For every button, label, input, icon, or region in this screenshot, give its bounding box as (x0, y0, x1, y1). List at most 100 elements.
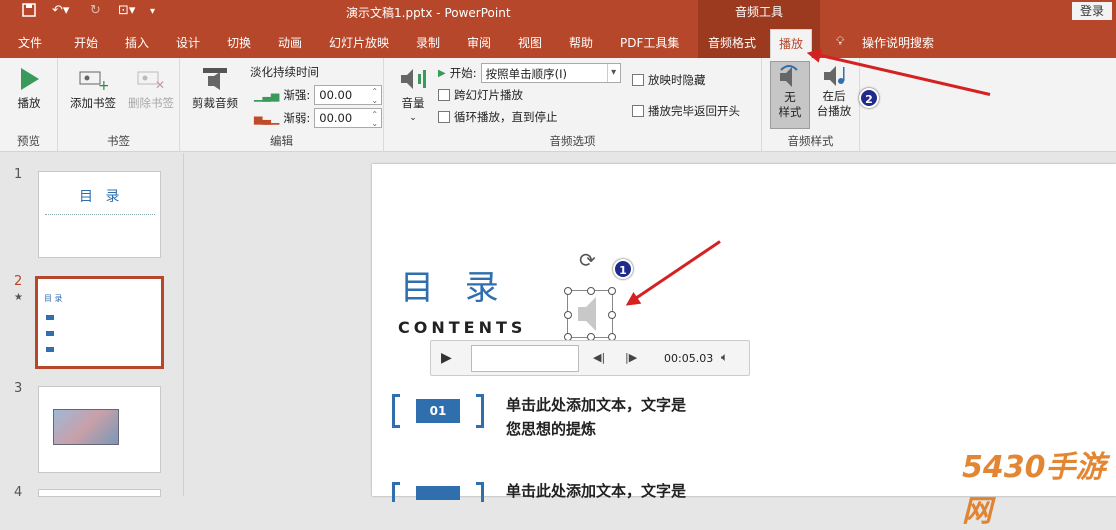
tab-design[interactable]: 设计 (176, 34, 200, 51)
item-bracket-right (476, 482, 484, 502)
thumb-bullet (46, 331, 54, 336)
slide-thumbnail-3[interactable] (38, 386, 161, 473)
tab-pdf-tools[interactable]: PDF工具集 (620, 34, 679, 51)
tab-review[interactable]: 审阅 (467, 34, 491, 51)
tab-record[interactable]: 录制 (416, 34, 440, 51)
tab-insert[interactable]: 插入 (125, 34, 149, 51)
fade-in-row: ▁▃▅ 渐强: 00.00 (254, 85, 383, 105)
item-bracket-left (392, 482, 400, 502)
resize-handle[interactable] (608, 311, 616, 319)
play-in-background-button[interactable]: 在后 台播放 (814, 63, 854, 119)
hide-checkbox-row[interactable]: 放映时隐藏 (632, 72, 706, 88)
item-number-badge (416, 486, 460, 500)
redo-icon[interactable]: ↻ (90, 3, 101, 18)
cross-slides-label: 跨幻灯片播放 (454, 88, 523, 102)
tab-transitions[interactable]: 切换 (227, 34, 251, 51)
audio-player-bar: ▶ ◀| |▶ 00:05.03 🔈︎ (430, 340, 750, 376)
undo-icon[interactable]: ↶▾ (52, 3, 69, 18)
tab-view[interactable]: 视图 (518, 34, 542, 51)
player-play-icon[interactable]: ▶ (441, 350, 452, 366)
group-bookmarks: + 添加书签 ✕ 删除书签 书签 (58, 58, 180, 152)
group-preview: 播放 预览 (0, 58, 58, 152)
group-label-bookmarks: 书签 (107, 134, 130, 148)
thumb-title: 目 录 (79, 189, 124, 205)
no-style-label-2: 样式 (778, 105, 802, 119)
tab-animations[interactable]: 动画 (278, 34, 302, 51)
player-rewind-icon[interactable]: ◀| (593, 351, 605, 364)
tell-me-search[interactable]: 操作说明搜索 (862, 34, 934, 51)
item-text-line[interactable]: 单击此处添加文本，文字是 (506, 394, 686, 415)
tab-home[interactable]: 开始 (74, 34, 98, 51)
ribbon-tabs: 文件 开始 插入 设计 切换 动画 幻灯片放映 录制 审阅 视图 帮助 PDF工… (0, 24, 1116, 58)
save-icon[interactable] (22, 3, 36, 21)
slide-subtitle[interactable]: CONTENTS (398, 318, 526, 337)
rewind-checkbox[interactable] (632, 105, 644, 117)
thumb-image (53, 409, 119, 445)
fade-out-row: ▅▃▁ 渐弱: 00.00 (254, 108, 383, 128)
no-style-button[interactable]: 无 样式 (770, 61, 810, 129)
rewind-checkbox-row[interactable]: 播放完毕返回开头 (632, 103, 740, 119)
add-bookmark-label: 添加书签 (70, 96, 116, 110)
remove-bookmark-button[interactable]: ✕ 删除书签 (124, 66, 178, 111)
slide-thumbnail-2[interactable]: 目 录 (35, 276, 164, 369)
document-title: 演示文稿1.pptx - PowerPoint (346, 6, 511, 20)
play-in-background-label-2: 台播放 (816, 104, 852, 118)
slide-title[interactable]: 目 录 (400, 260, 509, 309)
rewind-label: 播放完毕返回开头 (648, 104, 740, 118)
item-text-line[interactable]: 您思想的提炼 (506, 418, 596, 439)
ribbon-playback: 播放 预览 + 添加书签 ✕ 删除书签 书签 剪裁音频 淡化持续时间 ▁▃▅ 渐… (0, 58, 1116, 152)
group-audio-options: 音量 ⌄ ▶ 开始: 按照单击顺序(I) 跨幻灯片播放 循环播放，直到停止 放映… (384, 58, 762, 152)
trim-audio-icon (203, 68, 227, 90)
play-button[interactable]: 播放 (8, 66, 50, 111)
svg-text:✕: ✕ (155, 78, 165, 92)
slide-number: 2 (14, 274, 23, 289)
fade-out-input[interactable]: 00.00 (314, 108, 383, 128)
cross-slides-checkbox-row[interactable]: 跨幻灯片播放 (438, 87, 523, 103)
play-in-background-label-1: 在后 (822, 89, 846, 103)
fade-in-input[interactable]: 00.00 (314, 85, 383, 105)
fade-duration-title: 淡化持续时间 (250, 65, 319, 79)
hide-checkbox[interactable] (632, 74, 644, 86)
loop-checkbox[interactable] (438, 111, 450, 123)
start-select[interactable]: 按照单击顺序(I) (480, 63, 621, 83)
remove-bookmark-label: 删除书签 (128, 96, 174, 110)
resize-handle[interactable] (608, 287, 616, 295)
audio-object[interactable] (564, 287, 616, 341)
item-bracket-right (476, 394, 484, 428)
group-label-audio-styles: 音频样式 (787, 134, 834, 148)
start-label: 开始: (449, 66, 477, 80)
resize-handle[interactable] (564, 311, 572, 319)
login-button[interactable]: 登录 (1072, 2, 1112, 20)
group-audio-styles: 无 样式 在后 台播放 音频样式 (762, 58, 860, 152)
player-progress-bar[interactable] (471, 345, 579, 372)
tab-audio-format[interactable]: 音频格式 (708, 34, 756, 51)
slide-number: 4 (14, 485, 23, 500)
trim-audio-button[interactable]: 剪裁音频 (188, 66, 242, 111)
volume-label: 音量 (401, 96, 425, 110)
cross-slides-checkbox[interactable] (438, 89, 450, 101)
tab-help[interactable]: 帮助 (569, 34, 593, 51)
volume-button[interactable]: 音量 ⌄ (392, 66, 434, 126)
player-volume-icon[interactable]: 🔈︎ (721, 350, 728, 365)
play-label: 播放 (17, 96, 41, 110)
audio-speaker-icon (578, 297, 596, 331)
item-bracket-left (392, 394, 400, 428)
slide-thumbnail-1[interactable]: 目 录 (38, 171, 161, 258)
animation-star-icon: ★ (14, 292, 23, 303)
loop-checkbox-row[interactable]: 循环播放，直到停止 (438, 109, 558, 125)
group-label-editing: 编辑 (270, 134, 293, 148)
player-time: 00:05.03 (664, 352, 714, 365)
tab-slideshow[interactable]: 幻灯片放映 (329, 34, 389, 51)
customize-toolbar-icon[interactable]: ▾ (150, 6, 155, 17)
rotate-handle-icon[interactable]: ⟳ (579, 248, 596, 272)
thumb-title: 目 录 (44, 294, 63, 303)
add-bookmark-button[interactable]: + 添加书签 (66, 66, 120, 111)
resize-handle[interactable] (587, 287, 595, 295)
remove-bookmark-icon: ✕ (137, 71, 165, 92)
tab-file[interactable]: 文件 (18, 34, 42, 51)
resize-handle[interactable] (564, 287, 572, 295)
player-forward-icon[interactable]: |▶ (625, 351, 637, 364)
present-from-start-icon[interactable]: ⊡▾ (118, 3, 135, 18)
item-text-line[interactable]: 单击此处添加文本，文字是 (506, 480, 686, 501)
group-editing: 剪裁音频 淡化持续时间 ▁▃▅ 渐强: 00.00 ▅▃▁ 渐弱: 00.00 … (180, 58, 384, 152)
